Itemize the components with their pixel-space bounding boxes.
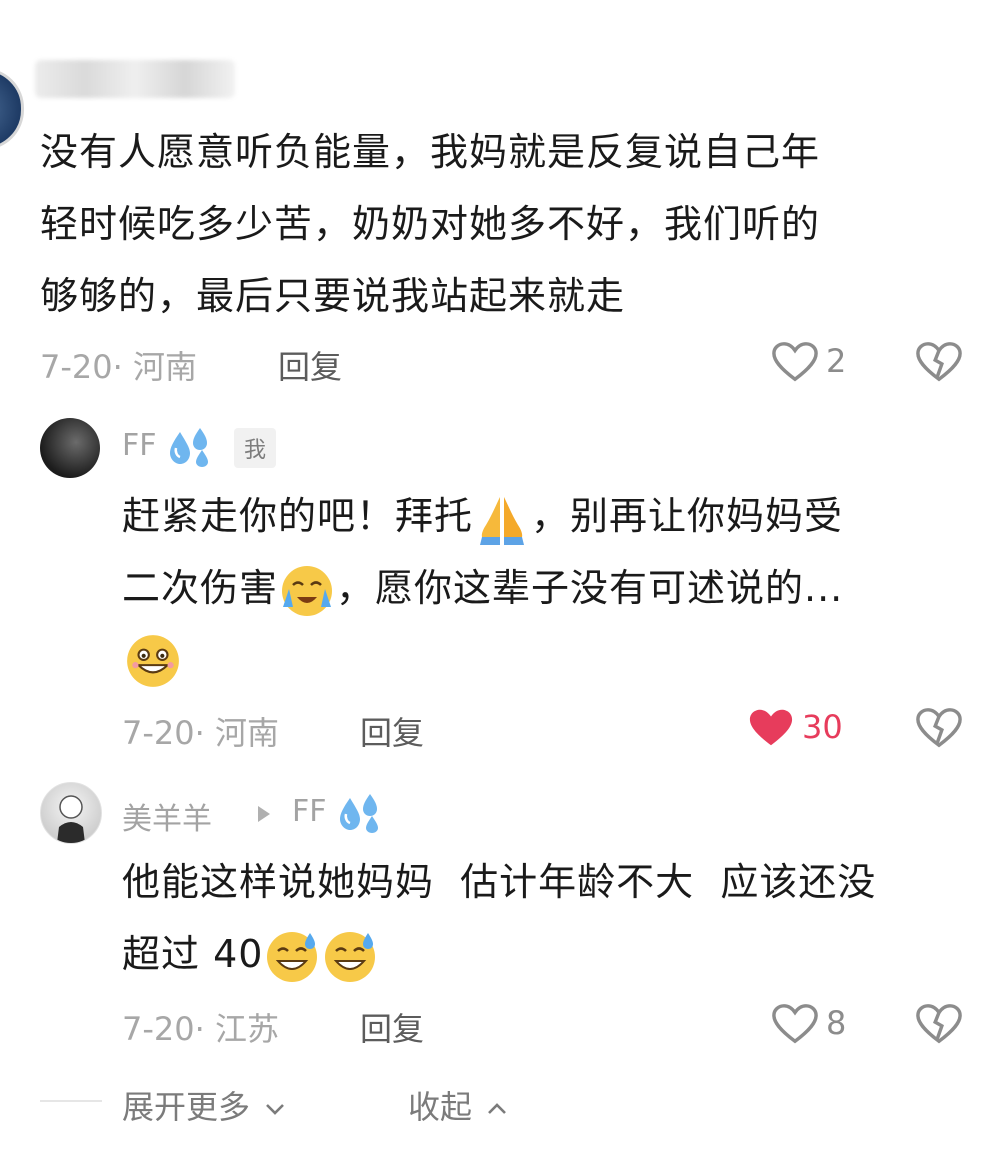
- author-self-tag: 我: [234, 428, 277, 468]
- comment-text: 轻时候吃多少苦，奶奶对她多不好，我们听的: [40, 202, 821, 246]
- grinning-face-icon: [124, 632, 182, 694]
- reply-author[interactable]: FF: [122, 428, 157, 463]
- avatar[interactable]: [0, 68, 24, 150]
- avatar[interactable]: [40, 782, 102, 844]
- chevron-down-icon: [266, 1104, 285, 1115]
- reply-text: 他能这样说她妈妈 估计年龄不大 应该还没: [122, 860, 877, 904]
- sweat-drops-icon: [170, 428, 208, 467]
- praying-hands-icon: [474, 491, 530, 547]
- heart-outline-icon[interactable]: [772, 1002, 818, 1046]
- chevron-up-icon: [488, 1103, 507, 1114]
- reply-button[interactable]: 回复: [278, 342, 342, 388]
- reply-text: 赶紧走你的吧！拜托 ，别再让你妈妈受: [122, 480, 843, 552]
- divider: [40, 1100, 102, 1102]
- dislike-icon[interactable]: [916, 340, 962, 384]
- collapse-button[interactable]: 收起: [408, 1082, 508, 1128]
- reply-text: 超过 40: [122, 918, 379, 990]
- reply-author[interactable]: 美羊羊: [122, 794, 212, 838]
- sweat-drops-icon: [340, 794, 378, 833]
- reply-meta: 7-20· 江苏: [122, 1010, 279, 1048]
- username-blurred: [35, 60, 235, 98]
- avatar[interactable]: [40, 418, 100, 478]
- crying-face-icon: [279, 563, 335, 619]
- heart-outline-icon[interactable]: [772, 340, 818, 384]
- dislike-icon[interactable]: [916, 706, 962, 750]
- like-count: 30: [802, 708, 843, 746]
- reply-button[interactable]: 回复: [360, 1004, 424, 1050]
- heart-filled-icon[interactable]: [748, 706, 794, 750]
- reply-to-author[interactable]: FF: [292, 794, 327, 829]
- comment-meta: 7-20· 河南: [40, 348, 197, 386]
- reply-meta: 7-20· 河南: [122, 714, 279, 752]
- comment-text: 够够的，最后只要说我站起来就走: [40, 274, 626, 318]
- reply-arrow-icon: [258, 806, 270, 822]
- comment-text: 没有人愿意听负能量，我妈就是反复说自己年: [40, 130, 821, 174]
- grinning-sweat-icon: [264, 929, 320, 985]
- like-count: 8: [826, 1004, 847, 1042]
- dislike-icon[interactable]: [916, 1002, 962, 1046]
- grinning-sweat-icon: [322, 929, 378, 985]
- reply-button[interactable]: 回复: [360, 708, 424, 754]
- expand-more-button[interactable]: 展开更多: [122, 1082, 286, 1128]
- like-count: 2: [826, 342, 847, 380]
- reply-text: 二次伤害 ，愿你这辈子没有可述说的...: [122, 552, 843, 624]
